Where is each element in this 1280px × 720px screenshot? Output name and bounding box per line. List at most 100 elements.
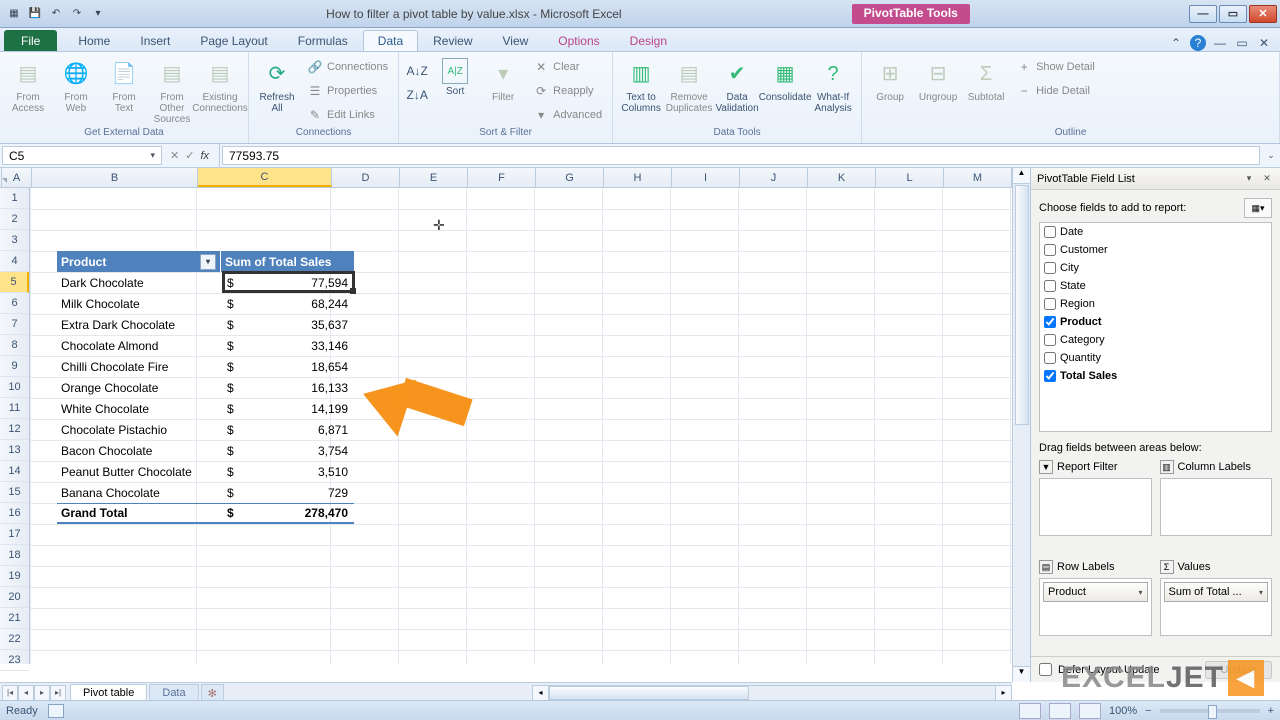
pivot-cell-value[interactable]: 77,594 (237, 272, 354, 293)
area-box-values[interactable]: Sum of Total ...▾ (1160, 578, 1273, 636)
column-header-G[interactable]: G (536, 168, 604, 187)
field-total-sales[interactable]: Total Sales (1040, 367, 1271, 385)
minimize-button[interactable]: — (1189, 5, 1217, 23)
tab-page-layout[interactable]: Page Layout (185, 30, 282, 51)
maximize-button[interactable]: ▭ (1219, 5, 1247, 23)
hscroll-left-icon[interactable]: ◂ (533, 686, 549, 700)
doc-close-icon[interactable]: ✕ (1256, 35, 1272, 51)
field-list[interactable]: DateCustomerCityStateRegionProductCatego… (1039, 222, 1272, 432)
field-checkbox[interactable] (1044, 316, 1056, 328)
data-validation-button[interactable]: ✔Data Validation (715, 54, 759, 114)
field-checkbox[interactable] (1044, 298, 1056, 310)
field-category[interactable]: Category (1040, 331, 1271, 349)
row-header-22[interactable]: 22 (0, 629, 29, 650)
pivot-cell-value[interactable]: 18,654 (237, 356, 354, 377)
field-checkbox[interactable] (1044, 244, 1056, 256)
tab-data[interactable]: Data (363, 30, 418, 51)
row-header-12[interactable]: 12 (0, 419, 29, 440)
defer-layout-checkbox[interactable] (1039, 663, 1052, 676)
tab-design[interactable]: Design (615, 30, 682, 51)
row-header-2[interactable]: 2 (0, 209, 29, 230)
tab-insert[interactable]: Insert (125, 30, 185, 51)
row-field-product[interactable]: Product▾ (1043, 582, 1148, 602)
help-icon[interactable]: ? (1190, 35, 1206, 51)
connections-button[interactable]: 🔗Connections (303, 56, 392, 78)
pivot-cell-label[interactable]: Chocolate Pistachio (57, 419, 221, 440)
pivot-cell-label[interactable]: Extra Dark Chocolate (57, 314, 221, 335)
pivot-cell-label[interactable]: Bacon Chocolate (57, 440, 221, 461)
tab-home[interactable]: Home (63, 30, 125, 51)
row-header-10[interactable]: 10 (0, 377, 29, 398)
pivot-cell-value[interactable]: 33,146 (237, 335, 354, 356)
field-checkbox[interactable] (1044, 352, 1056, 364)
pivot-header-sum[interactable]: Sum of Total Sales (221, 251, 354, 272)
field-state[interactable]: State (1040, 277, 1271, 295)
pivot-cell-label[interactable]: Dark Chocolate (57, 272, 221, 293)
column-header-J[interactable]: J (740, 168, 808, 187)
filter-button[interactable]: ▾Filter (481, 54, 525, 103)
vertical-scrollbar[interactable]: ▲ ▼ (1012, 168, 1030, 682)
cancel-formula-icon[interactable]: ✕ (170, 149, 179, 162)
layout-options-button[interactable]: ▦▾ (1244, 198, 1272, 218)
from-text-button[interactable]: 📄From Text (102, 54, 146, 114)
column-header-L[interactable]: L (876, 168, 944, 187)
zoom-out-button[interactable]: − (1145, 705, 1151, 717)
pane-dropdown-icon[interactable]: ▾ (1242, 172, 1256, 186)
column-header-I[interactable]: I (672, 168, 740, 187)
pivot-cell-value[interactable]: 35,637 (237, 314, 354, 335)
field-customer[interactable]: Customer (1040, 241, 1271, 259)
zoom-percent[interactable]: 100% (1109, 705, 1137, 717)
hscroll-right-icon[interactable]: ▸ (995, 686, 1011, 700)
column-header-F[interactable]: F (468, 168, 536, 187)
expand-formula-bar-icon[interactable]: ⌄ (1262, 144, 1280, 167)
column-header-B[interactable]: B (32, 168, 198, 187)
show-detail-button[interactable]: +Show Detail (1012, 56, 1099, 78)
pivot-cell-label[interactable]: Peanut Butter Chocolate (57, 461, 221, 482)
row-header-13[interactable]: 13 (0, 440, 29, 461)
sort-az-button[interactable]: A↓Z (405, 60, 429, 82)
what-if-analysis-button[interactable]: ?What-If Analysis (811, 54, 855, 114)
cell-area[interactable]: ✛ Product▾ Sum of Total Sales Dark Choco… (30, 188, 1012, 664)
enter-formula-icon[interactable]: ✓ (185, 149, 194, 162)
row-header-17[interactable]: 17 (0, 524, 29, 545)
normal-view-button[interactable] (1019, 703, 1041, 719)
sort-button[interactable]: A|ZSort (433, 54, 477, 97)
undo-icon[interactable]: ↶ (46, 4, 66, 24)
pivot-cell-value[interactable]: 3,510 (237, 461, 354, 482)
field-checkbox[interactable] (1044, 280, 1056, 292)
pivot-row[interactable]: Chilli Chocolate Fire$18,654 (57, 356, 354, 377)
column-header-C[interactable]: C (198, 168, 332, 187)
area-box-columns[interactable] (1160, 478, 1273, 536)
row-header-8[interactable]: 8 (0, 335, 29, 356)
pivot-header-product[interactable]: Product▾ (57, 251, 221, 272)
pivot-cell-label[interactable]: Chilli Chocolate Fire (57, 356, 221, 377)
row-header-19[interactable]: 19 (0, 566, 29, 587)
refresh-all-button[interactable]: ⟳Refresh All (255, 54, 299, 114)
filter-dropdown-icon[interactable]: ▾ (200, 254, 216, 270)
doc-restore-icon[interactable]: ▭ (1234, 35, 1250, 51)
scroll-up-icon[interactable]: ▲ (1013, 168, 1030, 184)
value-field-sum[interactable]: Sum of Total ...▾ (1164, 582, 1269, 602)
clear-button[interactable]: ✕Clear (529, 56, 606, 78)
pivot-cell-value[interactable]: 68,244 (237, 293, 354, 314)
pivot-row[interactable]: Orange Chocolate$16,133 (57, 377, 354, 398)
row-header-3[interactable]: 3 (0, 230, 29, 251)
from-access-button[interactable]: ▤From Access (6, 54, 50, 114)
text-to-columns-button[interactable]: ▥Text to Columns (619, 54, 663, 114)
field-quantity[interactable]: Quantity (1040, 349, 1271, 367)
zoom-in-button[interactable]: + (1268, 705, 1274, 717)
pivot-row[interactable]: Milk Chocolate$68,244 (57, 293, 354, 314)
page-break-view-button[interactable] (1079, 703, 1101, 719)
page-layout-view-button[interactable] (1049, 703, 1071, 719)
pivot-cell-label[interactable]: Banana Chocolate (57, 482, 221, 503)
scroll-down-icon[interactable]: ▼ (1013, 666, 1030, 682)
column-header-M[interactable]: M (944, 168, 1012, 187)
column-header-K[interactable]: K (808, 168, 876, 187)
doc-minimize-icon[interactable]: — (1212, 35, 1228, 51)
row-header-16[interactable]: 16 (0, 503, 29, 524)
row-header-9[interactable]: 9 (0, 356, 29, 377)
pivot-cell-value[interactable]: 729 (237, 482, 354, 503)
from-web-button[interactable]: 🌐From Web (54, 54, 98, 114)
excel-icon[interactable]: ▦ (4, 4, 24, 24)
pivot-cell-label[interactable]: Chocolate Almond (57, 335, 221, 356)
